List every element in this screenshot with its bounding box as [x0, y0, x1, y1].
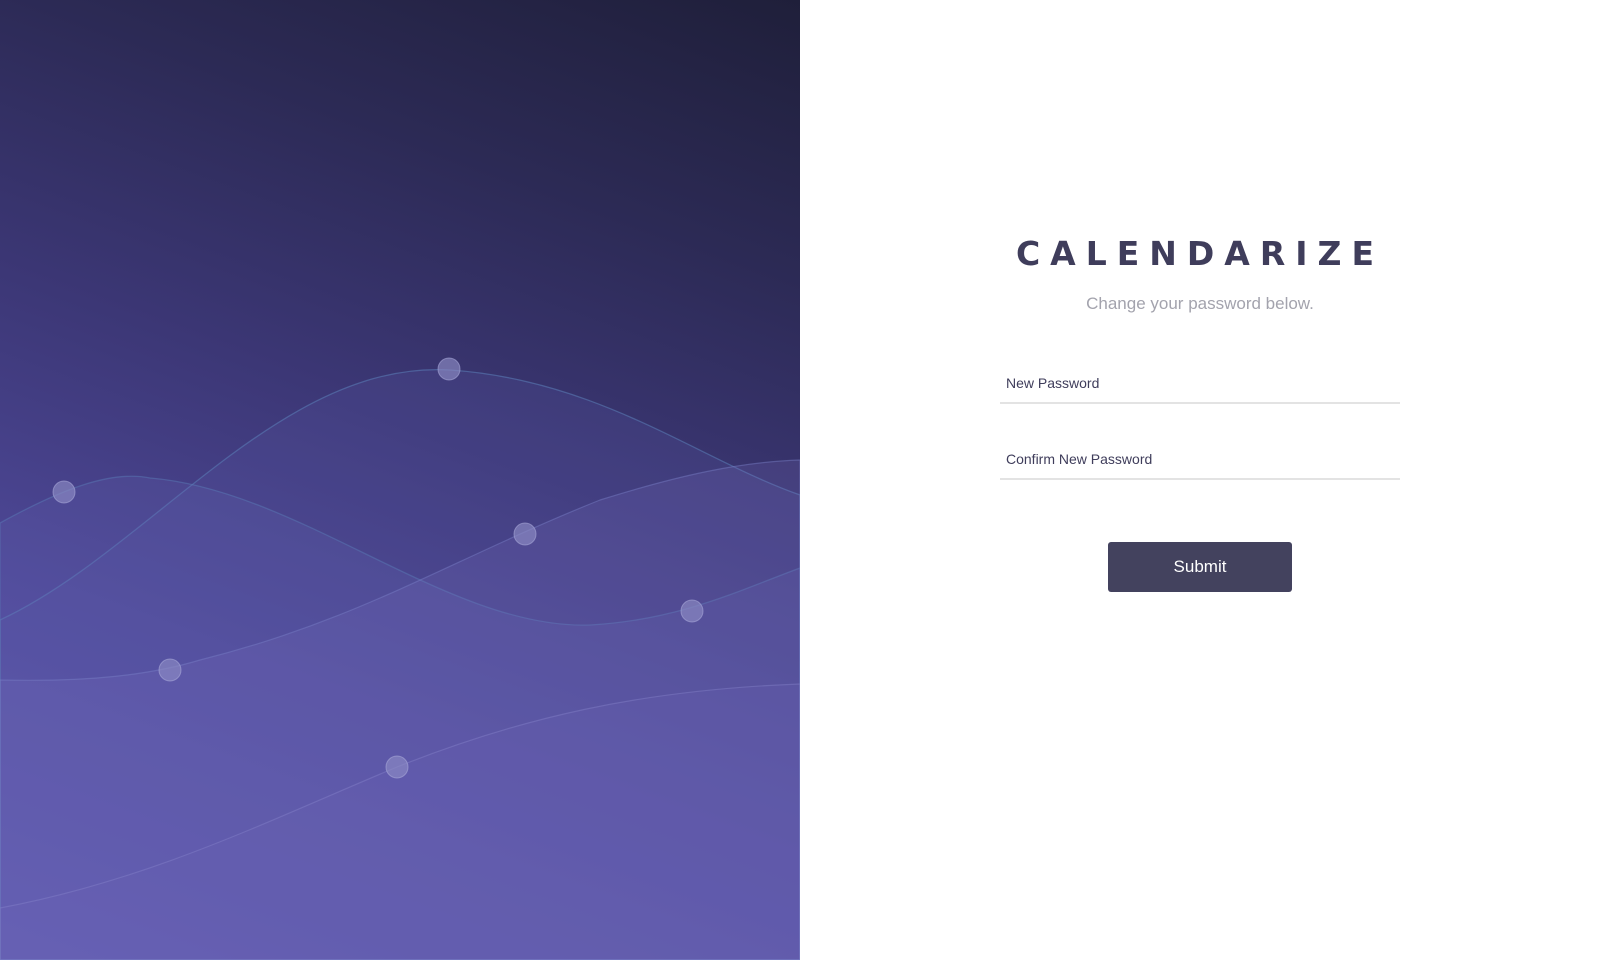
submit-button[interactable]: Submit [1108, 542, 1292, 592]
confirm-password-field[interactable] [1000, 440, 1400, 480]
password-reset-page: CALENDARIZE Change your password below. … [0, 0, 1600, 960]
hero-illustration [0, 0, 800, 960]
wave-node [680, 599, 704, 623]
wave-node [437, 357, 461, 381]
page-subtitle: Change your password below. [1086, 294, 1314, 313]
form-panel: CALENDARIZE Change your password below. … [800, 0, 1600, 960]
wave-graphic [0, 357, 800, 960]
brand-logo-text: CALENDARIZE [1015, 234, 1385, 273]
wave-node [513, 522, 537, 546]
new-password-field[interactable] [1000, 364, 1400, 404]
wave-node [158, 658, 182, 682]
wave-node [385, 755, 409, 779]
wave-node [52, 480, 76, 504]
